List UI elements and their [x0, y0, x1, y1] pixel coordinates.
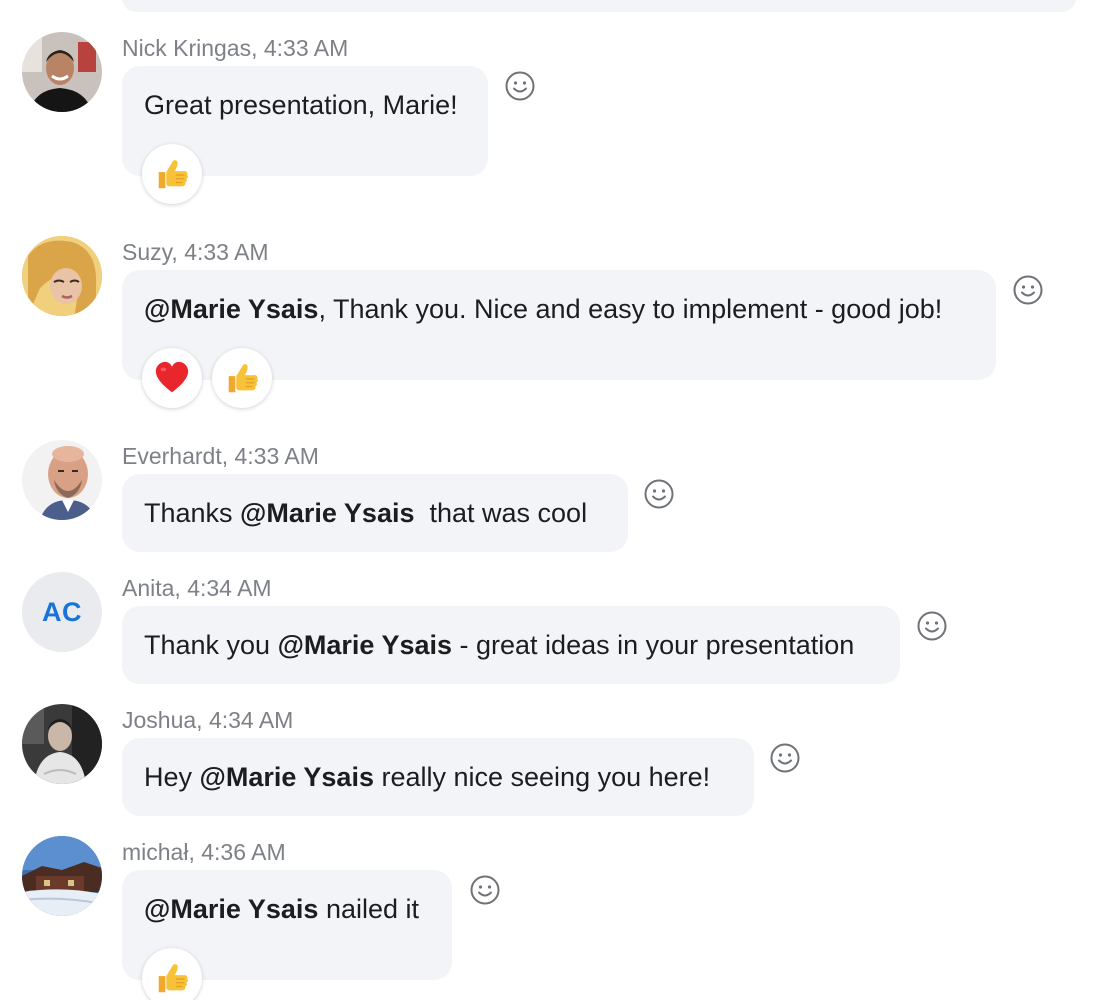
thumbs-up-icon — [153, 155, 191, 193]
mention[interactable]: @Marie Ysais — [200, 762, 374, 792]
add-reaction-smiley-icon[interactable] — [469, 874, 501, 906]
reaction-thumbs-up[interactable] — [142, 144, 202, 204]
message-bubble: Hey @Marie Ysais really nice seeing you … — [122, 738, 754, 816]
mention[interactable]: @Marie Ysais — [144, 894, 318, 924]
previous-message-bubble — [122, 0, 1076, 12]
reaction-thumbs-up[interactable] — [212, 348, 272, 408]
avatar-joshua[interactable] — [22, 704, 102, 784]
avatar-everhardt[interactable] — [22, 440, 102, 520]
mention[interactable]: @Marie Ysais — [278, 630, 452, 660]
message-text: Thank you @Marie Ysais - great ideas in … — [144, 630, 855, 660]
message-meta: Everhardt, 4:33 AM — [122, 443, 319, 469]
message-meta: Anita, 4:34 AM — [122, 575, 272, 601]
add-reaction-smiley-icon[interactable] — [504, 70, 536, 102]
chat-thread: Nick Kringas, 4:33 AM Great presentation… — [0, 0, 1104, 1000]
message-text: @Marie Ysais nailed it — [144, 894, 420, 924]
add-reaction-smiley-icon[interactable] — [643, 478, 675, 510]
add-reaction-smiley-icon[interactable] — [769, 742, 801, 774]
add-reaction-smiley-icon[interactable] — [1012, 274, 1044, 306]
thumbs-up-icon — [153, 959, 191, 997]
heart-icon — [153, 359, 191, 397]
avatar-suzy[interactable] — [22, 236, 102, 316]
add-reaction-smiley-icon[interactable] — [916, 610, 948, 642]
avatar-anita[interactable]: AC — [22, 572, 102, 652]
message-text: Hey @Marie Ysais really nice seeing you … — [144, 762, 711, 792]
mention[interactable]: @Marie Ysais — [144, 294, 318, 324]
message-text: Great presentation, Marie! — [144, 90, 458, 120]
message-text: @Marie Ysais, Thank you. Nice and easy t… — [144, 294, 943, 324]
mention[interactable]: @Marie Ysais — [240, 498, 414, 528]
message-meta: Suzy, 4:33 AM — [122, 239, 269, 265]
message-meta: Nick Kringas, 4:33 AM — [122, 35, 349, 61]
avatar-michal[interactable] — [22, 836, 102, 916]
thumbs-up-icon — [223, 359, 261, 397]
reaction-thumbs-up[interactable] — [142, 948, 202, 1000]
message-meta: Joshua, 4:34 AM — [122, 707, 294, 733]
message-meta: michał, 4:36 AM — [122, 839, 286, 865]
message-text: Thanks @Marie Ysais that was cool — [144, 498, 588, 528]
message-bubble: Thank you @Marie Ysais - great ideas in … — [122, 606, 900, 684]
message-bubble: Thanks @Marie Ysais that was cool — [122, 474, 628, 552]
reaction-heart[interactable] — [142, 348, 202, 408]
avatar-nick-kringas[interactable] — [22, 32, 102, 112]
